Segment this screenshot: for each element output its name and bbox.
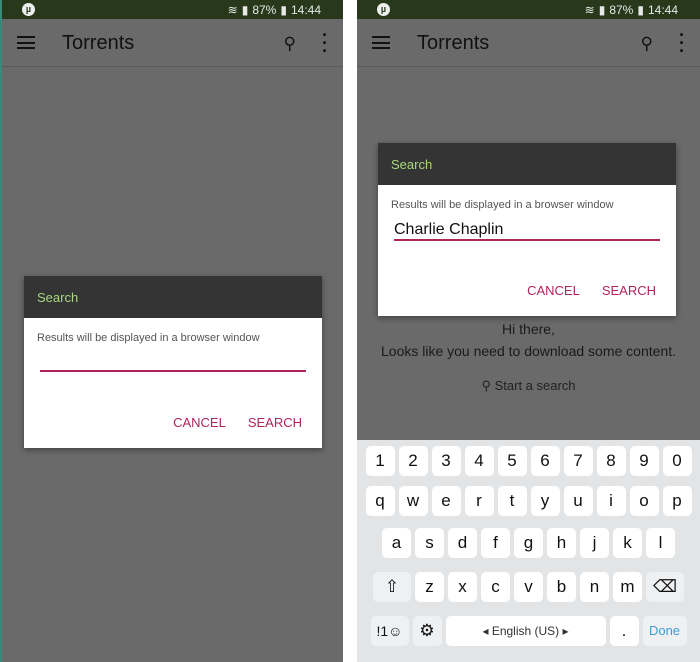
key-k[interactable]: k (613, 528, 642, 558)
battery-level: 87% (252, 3, 277, 17)
key-5[interactable]: 5 (497, 446, 527, 476)
key-f[interactable]: f (481, 528, 510, 558)
start-search-link[interactable]: ⚲ Start a search (357, 378, 700, 394)
clock: 14:44 (647, 3, 678, 17)
right-phone-screen: µ ≋ ▮ 87% ▮ 14:44 Torrents ⚲ · · · Hi there, L… (357, 0, 700, 662)
search-icon[interactable]: ⚲ (284, 34, 296, 54)
cancel-button[interactable]: CANCEL (173, 415, 226, 430)
key-m[interactable]: m (613, 572, 642, 602)
more-options-icon[interactable]: · · · (322, 26, 328, 60)
search-button[interactable]: SEARCH (248, 415, 302, 430)
battery-level: 87% (609, 3, 634, 17)
period-key[interactable]: . (609, 616, 639, 646)
key-e[interactable]: e (431, 486, 461, 516)
backspace-key[interactable]: ⌫ (646, 572, 684, 602)
key-d[interactable]: d (448, 528, 477, 558)
shift-key[interactable]: ⇧ (373, 572, 411, 602)
key-0[interactable]: 0 (662, 446, 692, 476)
clock: 14:44 (290, 3, 321, 17)
menu-icon[interactable] (372, 36, 390, 49)
key-j[interactable]: j (580, 528, 609, 558)
symbols-key[interactable]: !1☺ (370, 616, 409, 646)
status-bar: µ ≋ ▮ 87% ▮ 14:44 (357, 0, 700, 19)
key-o[interactable]: o (629, 486, 659, 516)
key-r[interactable]: r (464, 486, 494, 516)
space-key[interactable]: ◂ English (US) ▸ (445, 616, 606, 646)
key-i[interactable]: i (596, 486, 626, 516)
empty-greeting: Hi there, (502, 321, 555, 337)
settings-key[interactable]: ⚙ (412, 616, 442, 646)
key-n[interactable]: n (580, 572, 609, 602)
left-phone-screen: µ ≋▮87%▮14:44 Torrents ⚲ ··· Hi there, L… (0, 0, 343, 662)
key-g[interactable]: g (514, 528, 543, 558)
status-bar: µ ≋ ▮ 87% ▮ 14:44 (2, 0, 343, 19)
dialog-message: Results will be displayed in a browser w… (391, 199, 614, 211)
dialog-title: Search (378, 143, 676, 185)
key-z[interactable]: z (415, 572, 444, 602)
key-t[interactable]: t (497, 486, 527, 516)
key-4[interactable]: 4 (464, 446, 494, 476)
keyboard-row: asdfghjkl (357, 528, 700, 558)
search-input[interactable]: Charlie Chaplin (394, 211, 660, 241)
key-q[interactable]: q (365, 486, 395, 516)
search-input[interactable] (40, 344, 306, 372)
utorrent-icon: µ (377, 3, 390, 16)
key-y[interactable]: y (530, 486, 560, 516)
key-s[interactable]: s (415, 528, 444, 558)
key-h[interactable]: h (547, 528, 576, 558)
dialog-title: Search (24, 276, 322, 318)
search-dialog: Search Results will be displayed in a br… (378, 143, 676, 316)
on-screen-keyboard: 1 2 3 4 5 6 7 8 9 0 q w e r t y u i o p a s d f g h j k l ⇧ z x c v b n m ⌫ !… (357, 440, 700, 662)
key-p[interactable]: p (662, 486, 692, 516)
key-x[interactable]: x (448, 572, 477, 602)
page-title: Torrents (62, 32, 135, 54)
key-a[interactable]: a (382, 528, 411, 558)
search-dialog: Search Results will be displayed in a br… (24, 276, 322, 448)
wifi-icon: ≋ (227, 3, 238, 17)
key-2[interactable]: 2 (398, 446, 428, 476)
menu-icon[interactable] (17, 36, 35, 49)
search-button[interactable]: SEARCH (602, 283, 656, 298)
more-options-icon[interactable]: · · · (679, 26, 685, 60)
done-key[interactable]: Done (642, 616, 687, 646)
key-u[interactable]: u (563, 486, 593, 516)
language-label: English (US) (491, 624, 560, 638)
key-c[interactable]: c (481, 572, 510, 602)
key-6[interactable]: 6 (530, 446, 560, 476)
search-icon[interactable]: ⚲ (641, 34, 653, 54)
dialog-message: Results will be displayed in a browser w… (37, 332, 260, 344)
signal-icon: ▮ (241, 3, 249, 17)
key-3[interactable]: 3 (431, 446, 461, 476)
search-icon: ⚲ (481, 378, 491, 393)
keyboard-row: ⇧ z x c v b n m ⌫ (357, 572, 700, 602)
key-7[interactable]: 7 (563, 446, 593, 476)
utorrent-icon: µ (22, 3, 35, 16)
app-bar: Torrents ⚲ · · · (2, 19, 343, 67)
signal-icon: ▮ (598, 3, 606, 17)
key-w[interactable]: w (398, 486, 428, 516)
key-l[interactable]: l (646, 528, 675, 558)
key-b[interactable]: b (547, 572, 576, 602)
empty-message: Looks like you need to download some con… (381, 343, 676, 359)
key-1[interactable]: 1 (365, 446, 395, 476)
key-v[interactable]: v (514, 572, 543, 602)
battery-icon: ▮ (637, 3, 644, 17)
wifi-icon: ≋ (584, 3, 595, 17)
key-8[interactable]: 8 (596, 446, 626, 476)
page-title: Torrents (417, 32, 490, 54)
keyboard-row: qwertyuiop (357, 486, 700, 516)
cancel-button[interactable]: CANCEL (527, 283, 580, 298)
key-9[interactable]: 9 (629, 446, 659, 476)
keyboard-row: 1234567890 (357, 446, 700, 476)
battery-icon: ▮ (280, 3, 287, 17)
start-search-label: Start a search (494, 378, 576, 393)
app-bar: Torrents ⚲ · · · (357, 19, 700, 67)
